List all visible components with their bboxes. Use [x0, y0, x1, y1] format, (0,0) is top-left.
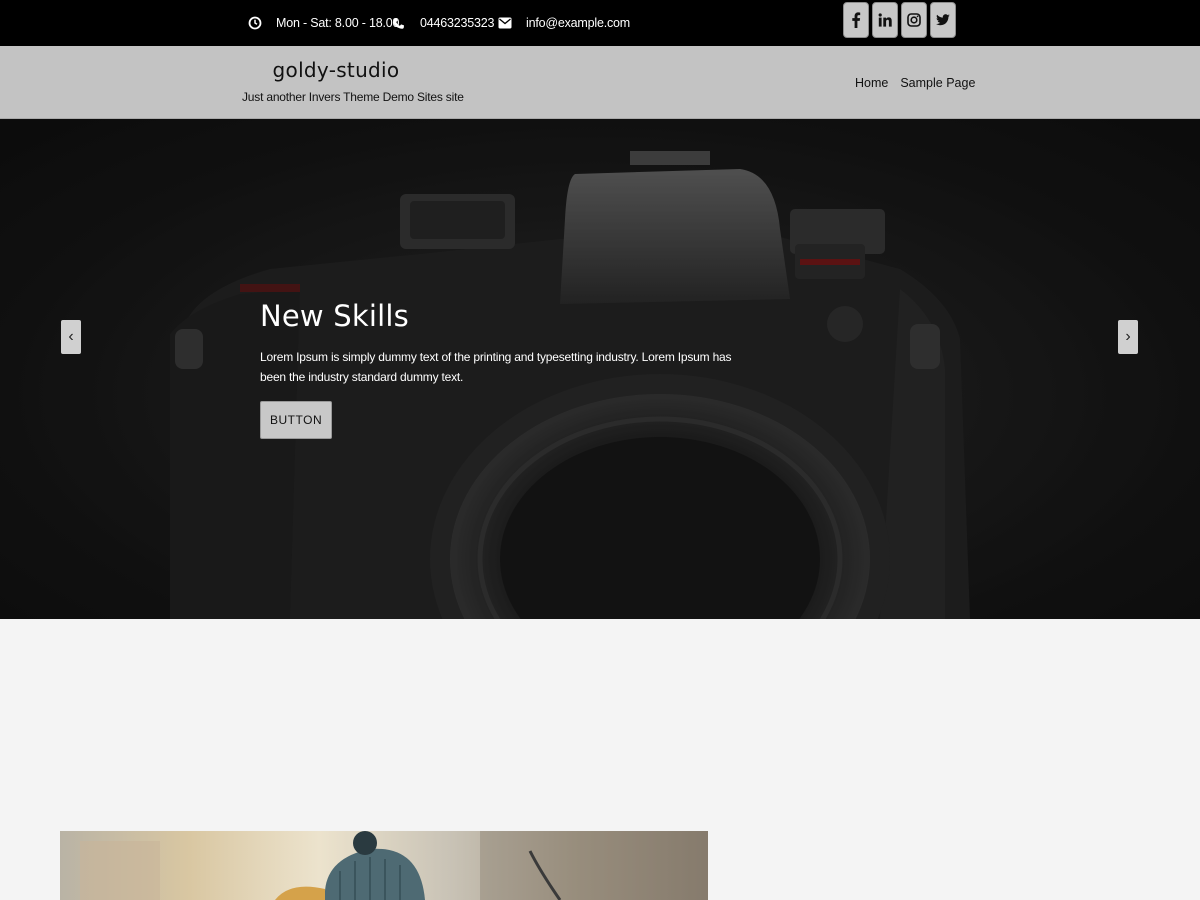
instagram-icon	[907, 13, 921, 27]
twitter-button[interactable]	[930, 2, 956, 38]
social-links	[843, 2, 956, 38]
linkedin-button[interactable]	[872, 2, 898, 38]
slider-prev-button[interactable]: ‹	[61, 320, 81, 354]
linkedin-icon	[878, 13, 892, 27]
instagram-button[interactable]	[901, 2, 927, 38]
twitter-icon	[936, 14, 950, 26]
nav-item-sample-page[interactable]: Sample Page	[900, 76, 975, 90]
person-with-beanie-image	[80, 831, 708, 900]
clock-icon	[248, 16, 276, 30]
site-header: goldy-studio Just another Invers Theme D…	[0, 46, 1200, 119]
site-tagline: Just another Invers Theme Demo Sites sit…	[242, 90, 464, 104]
hours-info: Mon - Sat: 8.00 - 18.00	[248, 0, 399, 46]
hero-slider: ‹ › New Skills Lorem Ipsum is simply dum…	[0, 119, 1200, 619]
site-title[interactable]: goldy-studio	[242, 58, 430, 82]
hours-text: Mon - Sat: 8.00 - 18.00	[276, 16, 400, 30]
slider-next-button[interactable]: ›	[1118, 320, 1138, 354]
phone-icon	[392, 17, 420, 30]
slide-text: Lorem Ipsum is simply dummy text of the …	[260, 350, 732, 384]
slide-button[interactable]: BUTTON	[260, 401, 333, 439]
phone-info[interactable]: 04463235323	[392, 0, 494, 46]
featured-image	[60, 831, 708, 900]
email-text: info@example.com	[526, 16, 630, 30]
envelope-icon	[498, 17, 526, 29]
email-info[interactable]: info@example.com	[498, 0, 630, 46]
phone-text: 04463235323	[420, 16, 495, 30]
site-branding: goldy-studio Just another Invers Theme D…	[242, 58, 464, 104]
facebook-icon	[852, 12, 861, 28]
nav-item-home[interactable]: Home	[855, 76, 888, 90]
slide-caption: New Skills Lorem Ipsum is simply dummy t…	[260, 299, 760, 439]
main-nav: Home Sample Page	[855, 76, 975, 90]
slide-title: New Skills	[260, 299, 409, 333]
facebook-button[interactable]	[843, 2, 869, 38]
top-bar: Mon - Sat: 8.00 - 18.00 04463235323 info…	[0, 0, 1200, 46]
